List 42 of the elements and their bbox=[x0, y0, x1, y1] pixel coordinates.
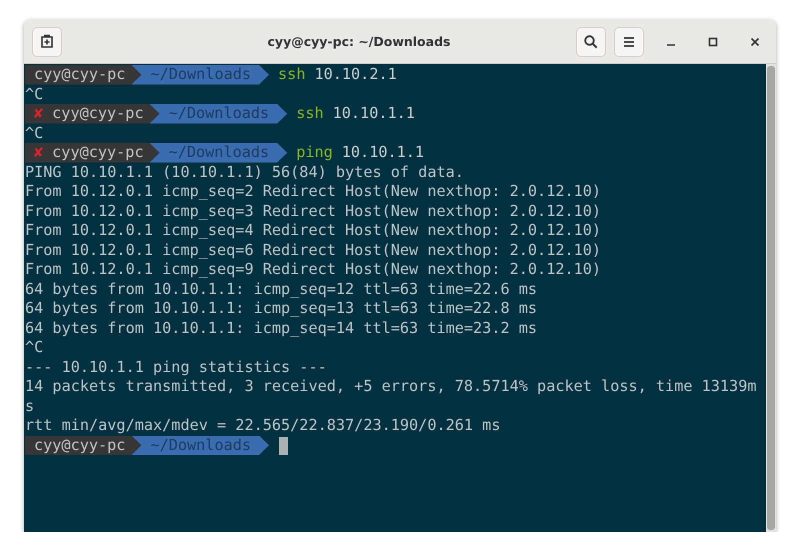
output-line: 64 bytes from 10.10.1.1: icmp_seq=13 ttl=63 time=22.8 ms bbox=[25, 299, 538, 318]
search-icon bbox=[583, 34, 599, 50]
output-line: 14 packets transmitted, 3 received, +5 errors, 78.5714% packet loss, time 13139m bbox=[25, 377, 756, 396]
output-line: --- 10.10.1.1 ping statistics --- bbox=[25, 358, 327, 377]
prompt-user: cyy@cyy-pc bbox=[52, 104, 144, 124]
command: ssh bbox=[296, 104, 324, 124]
prompt-directory: ~/Downloads bbox=[131, 65, 270, 84]
output-line: 64 bytes from 10.10.1.1: icmp_seq=12 ttl=63 time=22.6 ms bbox=[25, 280, 538, 299]
command: ssh bbox=[278, 65, 306, 84]
maximize-icon bbox=[708, 36, 718, 46]
menu-button[interactable] bbox=[614, 26, 644, 56]
output-line: ^C bbox=[25, 338, 44, 358]
error-mark: ✘ bbox=[34, 143, 44, 162]
output-line: s bbox=[25, 396, 34, 416]
output-line: From 10.12.0.1 icmp_seq=3 Redirect Host(New nexthop: 2.0.12.10) bbox=[25, 202, 602, 221]
output-line: From 10.12.0.1 icmp_seq=2 Redirect Host(New nexthop: 2.0.12.10) bbox=[25, 182, 602, 202]
output-line: From 10.12.0.1 icmp_seq=4 Redirect Host(New nexthop: 2.0.12.10) bbox=[25, 221, 602, 240]
prompt-user: cyy@cyy-pc bbox=[34, 65, 126, 84]
output-line: 64 bytes from 10.10.1.1: icmp_seq=14 ttl=63 time=23.2 ms bbox=[25, 318, 538, 338]
prompt-directory: ~/Downloads bbox=[131, 436, 270, 455]
search-button[interactable] bbox=[576, 26, 606, 56]
minimize-icon bbox=[667, 44, 675, 46]
prompt-directory: ~/Downloads bbox=[150, 104, 288, 124]
prompt-directory: ~/Downloads bbox=[150, 143, 288, 162]
prompt-user: cyy@cyy-pc bbox=[52, 143, 144, 162]
output-line: rtt min/avg/max/mdev = 22.565/22.837/23.190/0.261 ms bbox=[25, 416, 500, 436]
error-mark: ✘ bbox=[34, 104, 44, 124]
output-line: From 10.12.0.1 icmp_seq=9 Redirect Host(New nexthop: 2.0.12.10) bbox=[25, 260, 602, 280]
window-title: cyy@cyy-pc: ~/Downloads bbox=[266, 34, 452, 49]
output-line: PING 10.10.1.1 (10.10.1.1) 56(84) bytes of data. bbox=[25, 162, 464, 182]
command-arguments: 10.10.2.1 bbox=[314, 65, 397, 84]
command-arguments: 10.10.1.1 bbox=[342, 143, 424, 162]
output-line: From 10.12.0.1 icmp_seq=6 Redirect Host(New nexthop: 2.0.12.10) bbox=[25, 240, 602, 260]
close-icon bbox=[750, 36, 760, 46]
new-tab-button[interactable] bbox=[32, 26, 62, 56]
command: ping bbox=[296, 143, 333, 162]
command-arguments: 10.10.1.1 bbox=[332, 104, 415, 124]
scrollbar[interactable] bbox=[766, 64, 776, 532]
output-line: ^C bbox=[25, 124, 44, 143]
output-line: ^C bbox=[25, 84, 44, 104]
new-tab-icon bbox=[39, 34, 55, 50]
prompt-user: cyy@cyy-pc bbox=[34, 436, 126, 455]
